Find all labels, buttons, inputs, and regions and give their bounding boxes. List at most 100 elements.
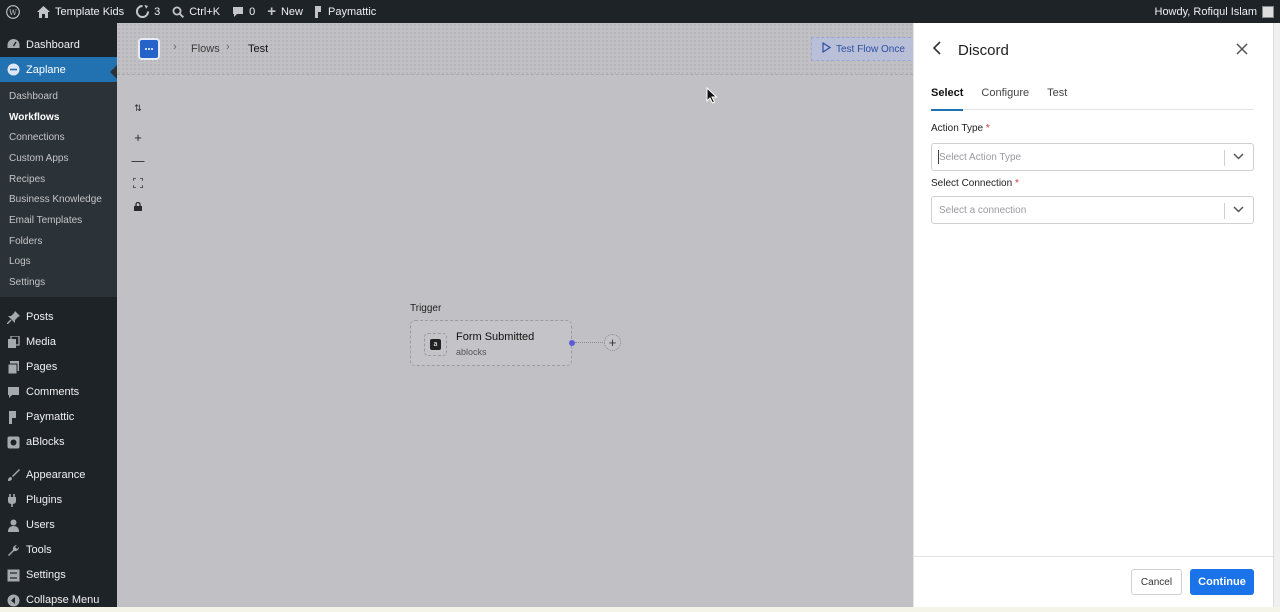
- sidebar-item-label: Collapse Menu: [26, 594, 100, 607]
- wordpress-logo-button[interactable]: W: [0, 0, 31, 23]
- ablocks-icon: [6, 435, 20, 449]
- comments-link[interactable]: 0: [226, 0, 261, 23]
- back-arrow-icon[interactable]: [932, 41, 941, 60]
- page-scrollbar[interactable]: [1273, 23, 1280, 607]
- sidebar-item-pages[interactable]: Pages: [0, 355, 117, 380]
- connection-select[interactable]: Select a connection: [931, 196, 1254, 224]
- connection-label-text: Select Connection: [931, 178, 1013, 189]
- ablocks-icon: a: [430, 339, 441, 350]
- flow-topbar: › Flows › Test Test Flow Once: [117, 23, 921, 75]
- sidebar-item-tools[interactable]: Tools: [0, 538, 117, 563]
- node-output-handle[interactable]: [569, 340, 575, 346]
- zaplane-submenu: Dashboard Workflows Connections Custom A…: [0, 82, 117, 297]
- app-logo[interactable]: [138, 38, 160, 60]
- svg-text:W: W: [9, 7, 17, 16]
- sidebar-item-comments[interactable]: Comments: [0, 380, 117, 405]
- tab-test[interactable]: Test: [1047, 86, 1067, 110]
- chevron-down-icon[interactable]: [1233, 204, 1244, 216]
- action-type-select[interactable]: Select Action Type: [931, 143, 1254, 171]
- submenu-item[interactable]: Dashboard: [0, 86, 117, 107]
- submenu-item[interactable]: Recipes: [0, 169, 117, 190]
- my-account-menu[interactable]: Howdy, Rofiqul Islam: [1155, 5, 1280, 18]
- trigger-node-title: Form Submitted: [456, 331, 535, 343]
- site-name-link[interactable]: Template Kids: [31, 0, 130, 23]
- admin-bar: W Template Kids 3 Ctrl+K 0 + New Paymatt…: [0, 0, 1280, 23]
- plug-icon: [6, 493, 20, 507]
- close-icon[interactable]: [1236, 40, 1248, 60]
- sidebar-item-label: Paymattic: [26, 411, 75, 424]
- lock-icon[interactable]: [131, 199, 145, 213]
- submenu-item[interactable]: Email Templates: [0, 210, 117, 231]
- submenu-item-current[interactable]: Workflows: [0, 107, 117, 128]
- select-divider: [1224, 203, 1225, 219]
- sidebar-item-settings[interactable]: Settings: [0, 563, 117, 588]
- comment-icon: [232, 6, 244, 18]
- play-icon: [822, 41, 832, 56]
- mouse-cursor-icon: [706, 86, 718, 107]
- submenu-item[interactable]: Logs: [0, 252, 117, 273]
- sidebar-item-paymattic[interactable]: Paymattic: [0, 405, 117, 430]
- sidebar-item-label: Settings: [26, 569, 66, 582]
- sidebar-item-dashboard[interactable]: Dashboard: [0, 32, 117, 57]
- paymattic-label: Paymattic: [328, 5, 377, 18]
- flow-canvas[interactable]: › Flows › Test Test Flow Once ⇅ + — Trig…: [117, 23, 921, 607]
- chevron-down-icon[interactable]: [1233, 151, 1244, 163]
- select-divider: [1224, 150, 1225, 166]
- required-mark: *: [985, 123, 990, 134]
- trigger-node[interactable]: a Form Submitted ablocks: [410, 320, 572, 366]
- zoom-in-icon[interactable]: +: [131, 130, 145, 145]
- submenu-item[interactable]: Folders: [0, 231, 117, 252]
- continue-button[interactable]: Continue: [1190, 569, 1254, 595]
- sidebar-item-users[interactable]: Users: [0, 513, 117, 538]
- submenu-item[interactable]: Settings: [0, 272, 117, 293]
- add-step-button[interactable]: +: [604, 334, 621, 351]
- test-flow-once-button[interactable]: Test Flow Once: [811, 37, 921, 61]
- sidebar-item-label: aBlocks: [26, 436, 65, 449]
- action-type-placeholder: Select Action Type: [939, 152, 1022, 163]
- trigger-label: Trigger: [410, 303, 442, 314]
- sidebar-item-plugins[interactable]: Plugins: [0, 488, 117, 513]
- sidebar-item-label: Appearance: [26, 469, 86, 482]
- submenu-item[interactable]: Custom Apps: [0, 148, 117, 169]
- action-type-label: Action Type *: [931, 123, 990, 134]
- swap-icon[interactable]: ⇅: [131, 101, 145, 115]
- zoom-out-icon[interactable]: —: [131, 153, 145, 168]
- sidebar-item-zaplane[interactable]: Zaplane: [0, 57, 117, 82]
- sidebar-item-label: Users: [26, 519, 55, 532]
- new-content-link[interactable]: + New: [261, 0, 309, 23]
- sidebar-item-appearance[interactable]: Appearance: [0, 463, 117, 488]
- chevron-right-icon: ›: [226, 41, 230, 53]
- sidebar-item-media[interactable]: Media: [0, 330, 117, 355]
- test-flow-label: Test Flow Once: [836, 43, 905, 55]
- updates-link[interactable]: 3: [130, 0, 166, 23]
- search-icon: [172, 6, 185, 18]
- fit-view-icon[interactable]: [131, 176, 145, 190]
- tab-select[interactable]: Select: [931, 86, 964, 111]
- search-shortcut-label: Ctrl+K: [189, 5, 221, 18]
- action-type-label-text: Action Type: [931, 123, 984, 134]
- bottom-strip: [0, 607, 1280, 612]
- command-search-button[interactable]: Ctrl+K: [166, 0, 226, 23]
- cancel-button[interactable]: Cancel: [1131, 569, 1182, 595]
- submenu-item[interactable]: Business Knowledge: [0, 189, 117, 210]
- settings-icon: [6, 568, 20, 582]
- action-config-panel: Discord Select Configure Test Action Typ…: [913, 23, 1273, 607]
- breadcrumb-flows[interactable]: Flows: [191, 43, 220, 55]
- sidebar-item-posts[interactable]: Posts: [0, 305, 117, 330]
- submenu-item[interactable]: Connections: [0, 127, 117, 148]
- breadcrumb-current: Test: [248, 43, 269, 55]
- paymattic-icon: [315, 5, 323, 18]
- user-icon: [6, 518, 20, 532]
- sidebar-item-label: Comments: [26, 386, 80, 399]
- sidebar-item-label: Zaplane: [26, 63, 66, 76]
- sidebar-item-label: Pages: [26, 361, 58, 374]
- required-mark: *: [1014, 178, 1019, 189]
- connection-label: Select Connection *: [931, 178, 1019, 189]
- chevron-right-icon: ›: [173, 41, 177, 53]
- pages-icon: [6, 360, 20, 374]
- wordpress-icon: W: [6, 4, 20, 19]
- paymattic-link[interactable]: Paymattic: [309, 0, 382, 23]
- tab-configure[interactable]: Configure: [981, 86, 1029, 110]
- sidebar-item-label: Media: [26, 336, 56, 349]
- sidebar-item-ablocks[interactable]: aBlocks: [0, 430, 117, 455]
